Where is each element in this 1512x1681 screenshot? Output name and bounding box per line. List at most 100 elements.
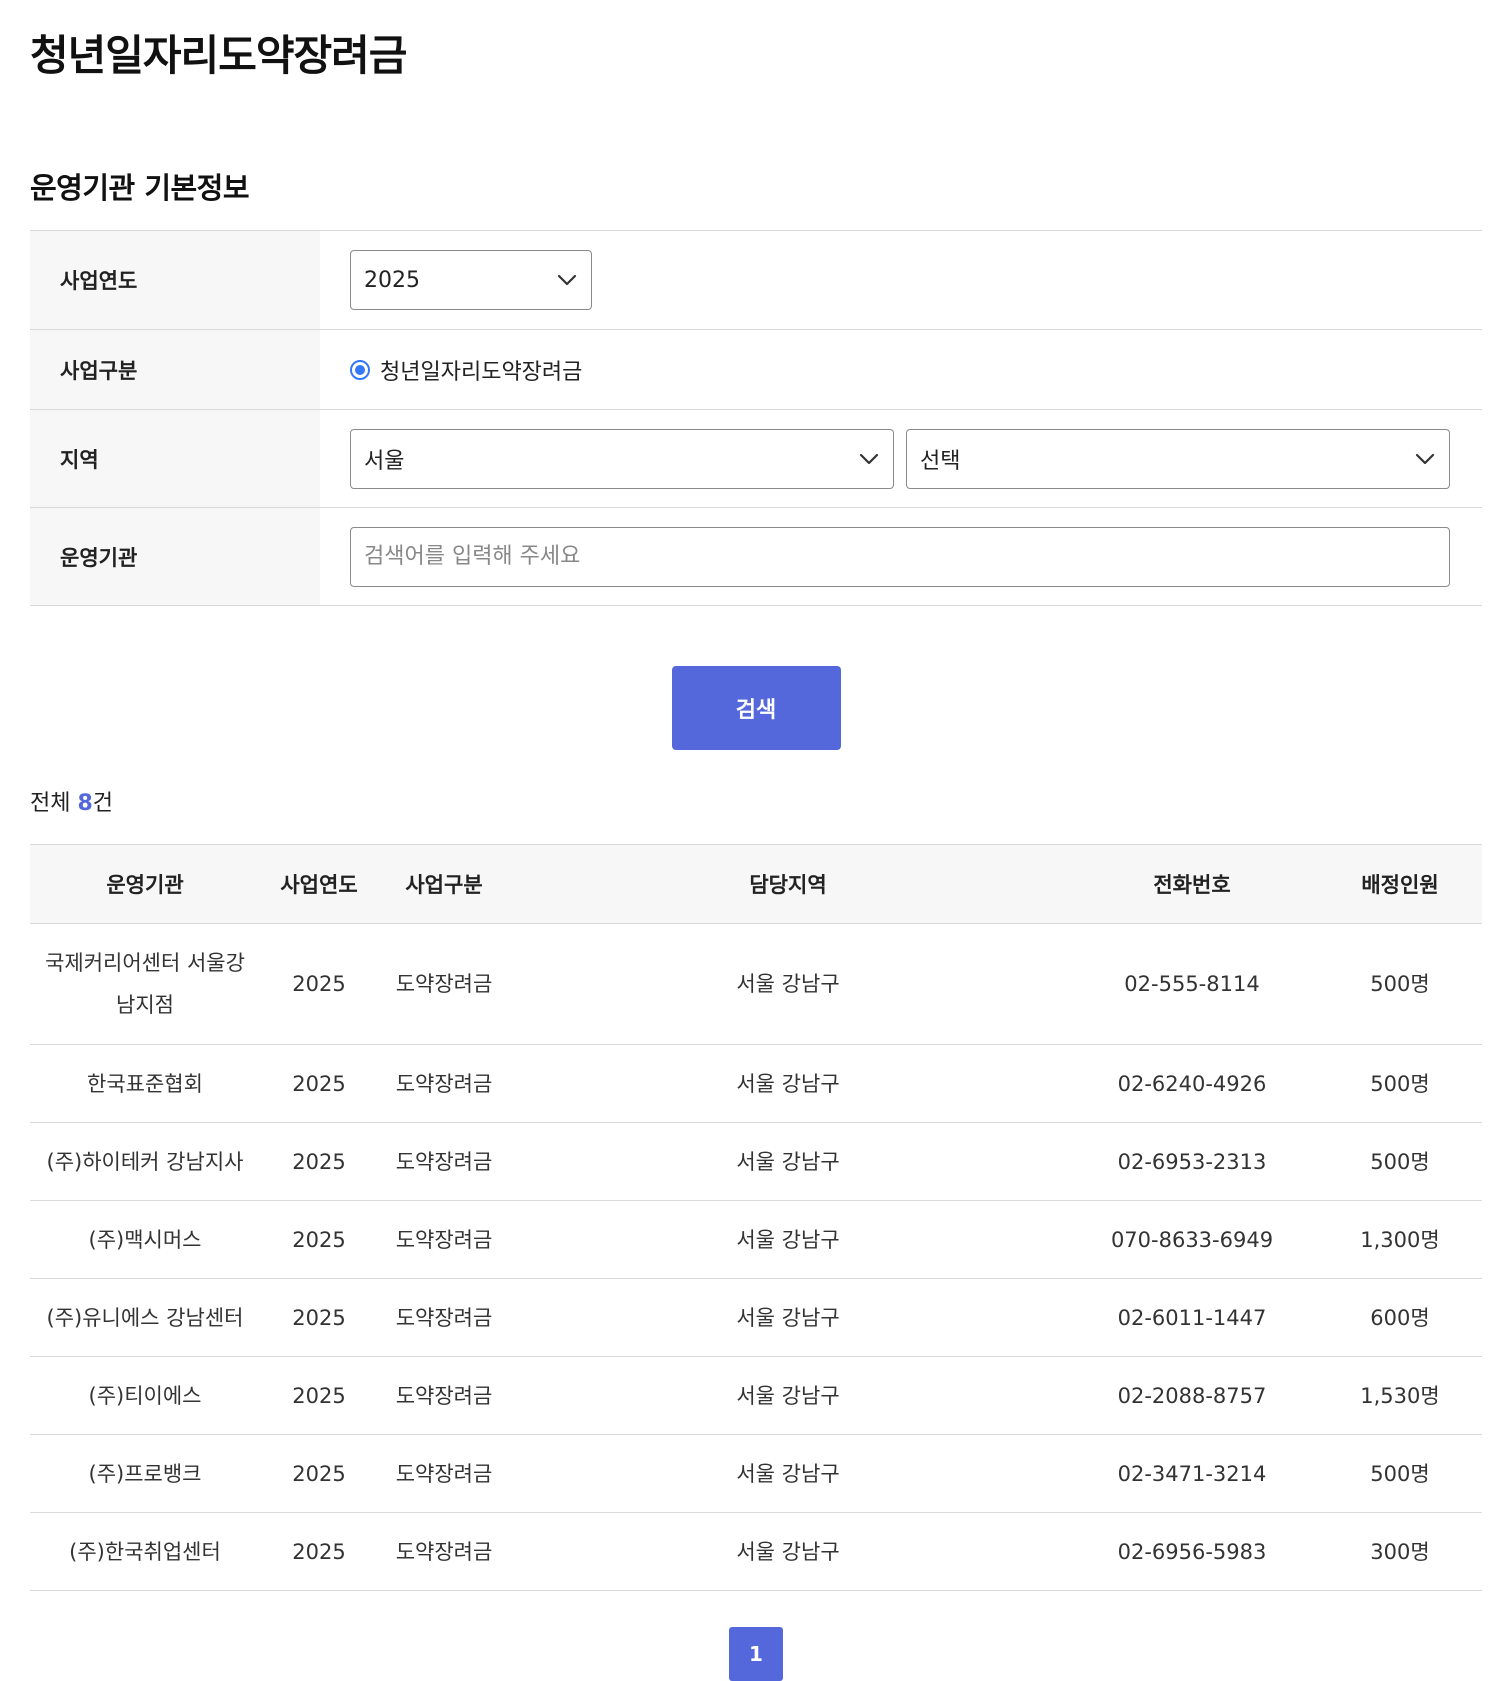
table-row[interactable]: (주)프로뱅크 2025 도약장려금 서울 강남구 02-3471-3214 5… <box>30 1434 1482 1513</box>
chevron-down-icon <box>859 453 879 464</box>
header-type: 사업구분 <box>378 844 510 924</box>
district-select-value: 선택 <box>920 448 961 474</box>
cell-type: 도약장려금 <box>378 1512 510 1591</box>
cell-phone: 02-6956-5983 <box>1066 1512 1318 1591</box>
cell-quota: 500명 <box>1318 1122 1482 1201</box>
region-value-cell: 서울 선택 <box>320 410 1482 507</box>
table-row[interactable]: (주)맥시머스 2025 도약장려금 서울 강남구 070-8633-6949 … <box>30 1200 1482 1279</box>
cell-phone: 02-2088-8757 <box>1066 1356 1318 1435</box>
cell-year: 2025 <box>260 1434 378 1513</box>
total-prefix: 전체 <box>30 791 71 816</box>
cell-year: 2025 <box>260 1278 378 1357</box>
pagination: 1 <box>30 1627 1482 1681</box>
cell-org: 국제커리어센터 서울강남지점 <box>30 923 260 1045</box>
cell-org: (주)맥시머스 <box>30 1200 260 1279</box>
header-year: 사업연도 <box>260 844 378 924</box>
type-radio-option[interactable]: 청년일자리도약장려금 <box>350 354 582 386</box>
table-row[interactable]: 한국표준협회 2025 도약장려금 서울 강남구 02-6240-4926 50… <box>30 1044 1482 1123</box>
cell-phone: 02-3471-3214 <box>1066 1434 1318 1513</box>
cell-region: 서울 강남구 <box>510 1434 1066 1513</box>
header-phone: 전화번호 <box>1066 844 1318 924</box>
search-button[interactable]: 검색 <box>671 666 841 750</box>
total-count: 전체 8건 <box>30 786 1482 822</box>
cell-org: (주)프로뱅크 <box>30 1434 260 1513</box>
cell-year: 2025 <box>260 1122 378 1201</box>
cell-year: 2025 <box>260 923 378 1045</box>
cell-phone: 070-8633-6949 <box>1066 1200 1318 1279</box>
year-select[interactable]: 2025 <box>350 250 592 310</box>
cell-type: 도약장려금 <box>378 1278 510 1357</box>
org-search-input[interactable] <box>350 526 1450 587</box>
total-suffix: 건 <box>92 791 114 816</box>
type-radio-button[interactable] <box>350 359 370 380</box>
cell-org: (주)유니에스 강남센터 <box>30 1278 260 1357</box>
cell-year: 2025 <box>260 1044 378 1123</box>
cell-phone: 02-6240-4926 <box>1066 1044 1318 1123</box>
region-select[interactable]: 서울 <box>350 428 894 489</box>
cell-region: 서울 강남구 <box>510 1044 1066 1123</box>
cell-org: 한국표준협회 <box>30 1044 260 1123</box>
cell-quota: 500명 <box>1318 923 1482 1045</box>
search-form: 사업연도 2025 사업구분 청년일자리도약장려금 지역 서울 선택 운영기관 … <box>30 230 1482 606</box>
cell-region: 서울 강남구 <box>510 1122 1066 1201</box>
header-org: 운영기관 <box>30 844 260 924</box>
table-row[interactable]: (주)유니에스 강남센터 2025 도약장려금 서울 강남구 02-6011-1… <box>30 1278 1482 1357</box>
header-region: 담당지역 <box>510 844 1066 924</box>
cell-quota: 500명 <box>1318 1044 1482 1123</box>
cell-type: 도약장려금 <box>378 923 510 1045</box>
cell-org: (주)티이에스 <box>30 1356 260 1435</box>
cell-quota: 1,530명 <box>1318 1356 1482 1435</box>
cell-year: 2025 <box>260 1512 378 1591</box>
chevron-down-icon <box>557 274 577 286</box>
cell-region: 서울 강남구 <box>510 1278 1066 1357</box>
type-label: 사업구분 <box>30 330 320 409</box>
type-value-cell: 청년일자리도약장려금 <box>320 330 1482 409</box>
header-quota: 배정인원 <box>1318 844 1482 924</box>
cell-type: 도약장려금 <box>378 1044 510 1123</box>
form-row-region: 지역 서울 선택 <box>30 410 1482 508</box>
cell-quota: 1,300명 <box>1318 1200 1482 1279</box>
form-row-type: 사업구분 청년일자리도약장려금 <box>30 330 1482 410</box>
year-label: 사업연도 <box>30 231 320 329</box>
cell-type: 도약장려금 <box>378 1200 510 1279</box>
cell-type: 도약장려금 <box>378 1434 510 1513</box>
table-header-row: 운영기관 사업연도 사업구분 담당지역 전화번호 배정인원 <box>30 844 1482 924</box>
chevron-down-icon <box>1415 453 1435 464</box>
table-row[interactable]: (주)한국취업센터 2025 도약장려금 서울 강남구 02-6956-5983… <box>30 1512 1482 1591</box>
cell-type: 도약장려금 <box>378 1356 510 1435</box>
table-row[interactable]: 국제커리어센터 서울강남지점 2025 도약장려금 서울 강남구 02-555-… <box>30 923 1482 1045</box>
cell-year: 2025 <box>260 1200 378 1279</box>
section-title: 운영기관 기본정보 <box>30 171 250 205</box>
cell-phone: 02-555-8114 <box>1066 923 1318 1045</box>
cell-org: (주)한국취업센터 <box>30 1512 260 1591</box>
cell-org: (주)하이테커 강남지사 <box>30 1122 260 1201</box>
cell-region: 서울 강남구 <box>510 1512 1066 1591</box>
total-number: 8 <box>77 791 93 816</box>
cell-region: 서울 강남구 <box>510 1356 1066 1435</box>
page-button-current[interactable]: 1 <box>729 1627 783 1681</box>
search-button-wrap: 검색 <box>30 666 1482 750</box>
form-row-org: 운영기관 <box>30 508 1482 606</box>
table-row[interactable]: (주)티이에스 2025 도약장려금 서울 강남구 02-2088-8757 1… <box>30 1356 1482 1435</box>
cell-quota: 600명 <box>1318 1278 1482 1357</box>
type-radio-label: 청년일자리도약장려금 <box>380 359 583 385</box>
page-title: 청년일자리도약장려금 <box>30 31 407 80</box>
region-select-value: 서울 <box>364 448 405 474</box>
region-label: 지역 <box>30 410 320 507</box>
cell-year: 2025 <box>260 1356 378 1435</box>
table-row[interactable]: (주)하이테커 강남지사 2025 도약장려금 서울 강남구 02-6953-2… <box>30 1122 1482 1201</box>
org-value-cell <box>320 508 1482 605</box>
page-container: 청년일자리도약장려금 운영기관 기본정보 사업연도 2025 사업구분 청년일자… <box>0 0 1512 1681</box>
year-value-cell: 2025 <box>320 231 1482 329</box>
cell-phone: 02-6953-2313 <box>1066 1122 1318 1201</box>
results-table: 운영기관 사업연도 사업구분 담당지역 전화번호 배정인원 국제커리어센터 서울… <box>30 844 1482 1591</box>
cell-quota: 500명 <box>1318 1434 1482 1513</box>
form-row-year: 사업연도 2025 <box>30 231 1482 330</box>
org-label: 운영기관 <box>30 508 320 605</box>
cell-phone: 02-6011-1447 <box>1066 1278 1318 1357</box>
cell-region: 서울 강남구 <box>510 1200 1066 1279</box>
cell-region: 서울 강남구 <box>510 923 1066 1045</box>
cell-type: 도약장려금 <box>378 1122 510 1201</box>
cell-quota: 300명 <box>1318 1512 1482 1591</box>
district-select[interactable]: 선택 <box>906 428 1450 489</box>
